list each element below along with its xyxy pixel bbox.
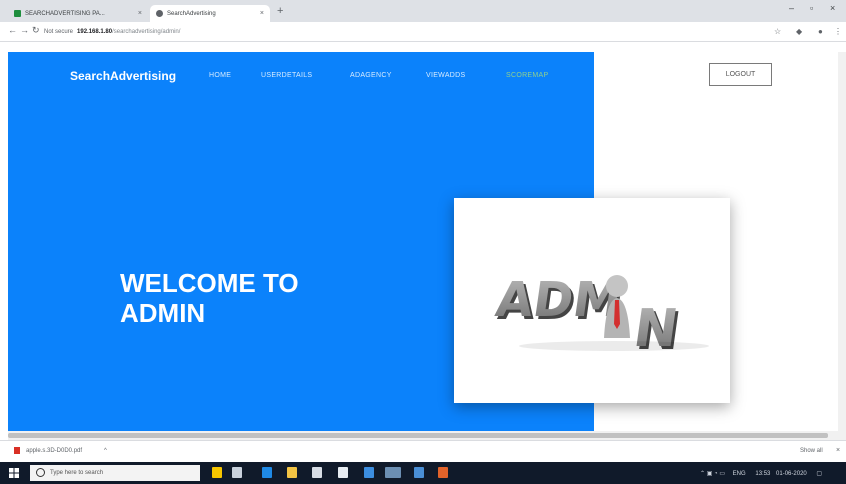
reload-icon[interactable]: ↻ — [32, 25, 40, 36]
admin-3d-text-image: ADM ADM N N — [492, 272, 709, 362]
browser-toolbar: ← → ↻ Not secure 192.168.1.80 /searchadv… — [0, 22, 846, 42]
pdf-icon — [14, 447, 20, 454]
forward-icon[interactable]: → — [20, 25, 29, 35]
search-placeholder: Type here to search — [50, 470, 104, 476]
tab-title: SEARCHADVERTISING PA... — [25, 10, 105, 17]
welcome-line-2: ADMIN — [120, 298, 206, 328]
tab-title: SearchAdvertising — [167, 10, 216, 17]
search-icon — [36, 468, 45, 477]
site-brand[interactable]: SearchAdvertising — [70, 69, 176, 83]
browser-tab-active[interactable]: SearchAdvertising × — [150, 5, 270, 22]
url-path: /searchadvertising/admin/ — [112, 29, 181, 35]
insecure-indicator[interactable]: Not secure — [44, 29, 73, 35]
browser-app-icon[interactable] — [385, 467, 401, 478]
welcome-line-1: WELCOME TO — [120, 268, 299, 298]
system-tray: ⌃ ▣ ◔ ▭ ENG 13:53 01-06-2020 ▢ — [700, 470, 822, 477]
close-window-icon[interactable]: × — [830, 3, 835, 13]
browser-tab[interactable]: SEARCHADVERTISING PA... × — [8, 5, 148, 22]
new-tab-icon[interactable]: + — [277, 5, 283, 17]
star-icon[interactable]: ☆ — [774, 27, 781, 36]
nav-viewadds[interactable]: VIEWADDS — [426, 72, 465, 79]
store-icon[interactable] — [312, 467, 322, 478]
maximize-icon[interactable]: ▫ — [810, 3, 813, 13]
close-download-bar-icon[interactable]: × — [836, 447, 840, 454]
edge-icon[interactable] — [262, 467, 272, 478]
date[interactable]: 01-06-2020 — [776, 471, 807, 477]
clock[interactable]: 13:53 — [755, 471, 770, 477]
chevron-up-icon[interactable]: ^ — [104, 448, 107, 454]
nav-userdetails[interactable]: USERDETAILS — [261, 72, 312, 79]
minimize-icon[interactable]: – — [789, 3, 794, 13]
horizontal-scrollbar[interactable] — [8, 431, 838, 440]
file-explorer-icon[interactable] — [287, 467, 297, 478]
nav-scoremap[interactable]: SCOREMAP — [506, 72, 548, 79]
close-tab-icon[interactable]: × — [260, 10, 264, 17]
vertical-scrollbar[interactable] — [838, 52, 846, 440]
mail-icon[interactable] — [338, 467, 348, 478]
menu-icon[interactable]: ⋮ — [834, 27, 842, 36]
horizontal-scroll-thumb[interactable] — [8, 433, 828, 438]
svg-text:ADM: ADM — [492, 272, 625, 328]
windows-taskbar: Type here to search ⌃ ▣ ◔ ▭ ENG 13:53 01… — [0, 462, 846, 484]
profile-icon[interactable]: ● — [818, 27, 823, 36]
tab-favicon-icon — [14, 10, 21, 17]
browser-tab-strip: SEARCHADVERTISING PA... × SearchAdvertis… — [0, 0, 846, 22]
admin-image-card: ADM ADM N N — [454, 198, 730, 403]
tray-icons[interactable]: ⌃ ▣ ◔ ▭ — [700, 471, 725, 477]
language-indicator[interactable]: ENG — [733, 471, 746, 477]
back-icon[interactable]: ← — [8, 25, 17, 35]
close-tab-icon[interactable]: × — [138, 10, 142, 17]
extension-icon[interactable]: ◆ — [796, 27, 802, 36]
app-icon[interactable] — [438, 467, 448, 478]
windows-start-icon[interactable] — [9, 468, 19, 478]
tab-favicon-icon — [156, 10, 163, 17]
show-all-button[interactable]: Show all — [800, 448, 823, 454]
logout-button[interactable]: LOGOUT — [709, 63, 772, 86]
app-icon[interactable] — [414, 467, 424, 478]
web-page: SearchAdvertising HOME USERDETAILS ADAGE… — [8, 52, 838, 431]
download-item[interactable]: apple.s.3D-D0D0.pdf ^ — [14, 447, 107, 454]
task-view-icon[interactable] — [232, 467, 242, 478]
taskbar-search-input[interactable]: Type here to search — [30, 465, 200, 481]
address-bar[interactable]: Not secure 192.168.1.80 /searchadvertisi… — [44, 25, 744, 39]
url-host: 192.168.1.80 — [77, 29, 113, 35]
download-filename: apple.s.3D-D0D0.pdf — [26, 447, 83, 454]
download-bar: apple.s.3D-D0D0.pdf ^ Show all × — [0, 440, 846, 462]
notification-icon[interactable]: ▢ — [816, 471, 822, 477]
microphone-icon[interactable] — [212, 467, 222, 478]
nav-adagency[interactable]: ADAGENCY — [350, 72, 392, 79]
welcome-heading: WELCOME TO ADMIN — [120, 268, 299, 328]
nav-home[interactable]: HOME — [209, 72, 231, 79]
app-icon[interactable] — [364, 467, 374, 478]
